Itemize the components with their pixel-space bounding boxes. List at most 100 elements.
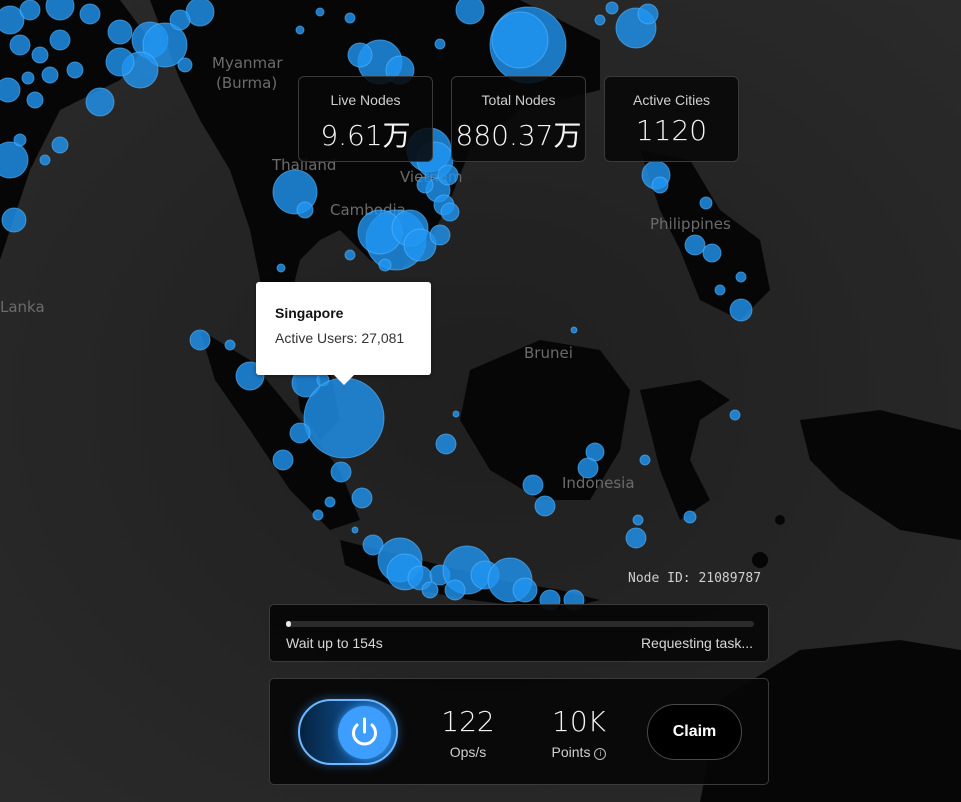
node-bubble[interactable]	[735, 271, 747, 283]
node-bubble[interactable]	[378, 258, 392, 272]
node-bubble[interactable]	[344, 12, 356, 24]
node-bubble[interactable]	[276, 263, 286, 273]
node-bubble[interactable]	[51, 136, 69, 154]
node-bubble[interactable]	[85, 87, 115, 117]
task-status: Requesting task...	[640, 635, 753, 651]
node-bubble[interactable]	[455, 0, 485, 25]
node-bubble[interactable]	[344, 249, 356, 261]
node-bubble[interactable]	[440, 202, 460, 222]
task-panel: Wait up to 154s Requesting task...	[269, 604, 769, 662]
node-bubble[interactable]	[330, 461, 352, 483]
node-bubble[interactable]	[289, 422, 311, 444]
city-tooltip: Singapore Active Users: 27,081	[256, 282, 431, 385]
node-bubble[interactable]	[272, 449, 294, 471]
info-icon[interactable]: i	[594, 748, 607, 760]
node-bubble[interactable]	[577, 457, 599, 479]
node-bubble[interactable]	[177, 57, 193, 73]
node-bubble[interactable]	[351, 526, 359, 534]
stat-label: Total Nodes	[481, 92, 556, 108]
node-bubble[interactable]	[637, 3, 659, 25]
node-bubble[interactable]	[444, 579, 466, 601]
stat-value: 9.61万	[320, 119, 411, 152]
node-bubble[interactable]	[49, 29, 71, 51]
stat-value: 880.37万	[455, 119, 582, 152]
node-bubble[interactable]	[632, 514, 644, 526]
node-bubble[interactable]	[683, 510, 697, 524]
node-bubble[interactable]	[324, 496, 336, 508]
node-bubble[interactable]	[594, 14, 606, 26]
power-knob[interactable]	[338, 706, 391, 759]
node-bubble[interactable]	[189, 329, 211, 351]
node-bubble[interactable]	[699, 196, 713, 210]
node-bubble[interactable]	[351, 487, 373, 509]
points-caption: Points i	[534, 744, 624, 760]
node-bubble[interactable]	[416, 176, 434, 194]
node-bubble[interactable]	[605, 1, 619, 15]
node-bubble[interactable]	[1, 207, 27, 233]
node-bubble[interactable]	[13, 133, 27, 147]
node-bubble[interactable]	[312, 509, 324, 521]
node-bubble[interactable]	[435, 433, 457, 455]
node-bubble[interactable]	[512, 577, 538, 603]
claim-button[interactable]: Claim	[647, 704, 742, 760]
points-value: 10K	[552, 705, 606, 738]
node-bubble[interactable]	[303, 377, 385, 459]
node-bubble[interactable]	[347, 42, 373, 68]
node-bubble[interactable]	[107, 19, 133, 45]
power-toggle[interactable]	[298, 699, 398, 765]
ops-value: 122	[441, 705, 495, 738]
node-bubble[interactable]	[169, 9, 191, 31]
node-bubble[interactable]	[41, 66, 59, 84]
map-label-myanmar: Myanmar	[212, 54, 283, 72]
node-bubble[interactable]	[19, 0, 41, 21]
node-bubble[interactable]	[315, 7, 325, 17]
stat-card-active-cities: Active Cities 1120	[604, 76, 739, 162]
node-bubble[interactable]	[296, 201, 314, 219]
node-bubble[interactable]	[729, 409, 741, 421]
control-panel: 122 Ops/s 10K Points i Claim	[269, 678, 769, 785]
node-bubble[interactable]	[21, 71, 35, 85]
node-bubble[interactable]	[224, 339, 236, 351]
node-bubble[interactable]	[421, 581, 439, 599]
node-bubble[interactable]	[452, 410, 460, 418]
node-bubble[interactable]	[639, 454, 651, 466]
map-label-indonesia: Indonesia	[562, 474, 635, 492]
power-icon	[352, 717, 377, 746]
node-bubble[interactable]	[9, 34, 31, 56]
node-bubble[interactable]	[26, 91, 44, 109]
stat-label: Active Cities	[632, 92, 711, 108]
ops-metric: 122 Ops/s	[423, 705, 513, 760]
points-metric: 10K Points i	[534, 705, 624, 760]
node-bubble[interactable]	[522, 474, 544, 496]
tooltip-city: Singapore	[275, 305, 344, 321]
node-bubble[interactable]	[295, 25, 305, 35]
node-bubble[interactable]	[491, 11, 549, 69]
task-progress-fill	[286, 621, 291, 627]
points-label: Points	[551, 744, 591, 760]
node-bubble[interactable]	[702, 243, 722, 263]
stat-value: 1120	[635, 114, 708, 147]
node-bubble[interactable]	[79, 3, 101, 25]
map-label-philippines: Philippines	[650, 215, 731, 233]
tooltip-active-users: Active Users: 27,081	[275, 330, 405, 346]
node-bubble[interactable]	[66, 61, 84, 79]
task-progress-bar	[286, 621, 754, 627]
stat-card-total-nodes: Total Nodes 880.37万	[451, 76, 586, 162]
node-bubble[interactable]	[714, 284, 726, 296]
node-bubble[interactable]	[729, 298, 753, 322]
node-bubble[interactable]	[625, 527, 647, 549]
node-bubble[interactable]	[534, 495, 556, 517]
node-bubble[interactable]	[429, 224, 451, 246]
node-bubble[interactable]	[651, 176, 669, 194]
node-bubble[interactable]	[0, 77, 21, 103]
node-bubble[interactable]	[39, 154, 51, 166]
node-bubble[interactable]	[437, 164, 459, 186]
map-label-burma: (Burma)	[216, 74, 277, 92]
node-bubble[interactable]	[684, 234, 706, 256]
node-bubble[interactable]	[31, 46, 49, 64]
node-bubble[interactable]	[105, 47, 135, 77]
node-bubble[interactable]	[570, 326, 578, 334]
node-bubble[interactable]	[434, 38, 446, 50]
map-label-brunei: Brunei	[524, 344, 573, 362]
stat-label: Live Nodes	[330, 92, 401, 108]
